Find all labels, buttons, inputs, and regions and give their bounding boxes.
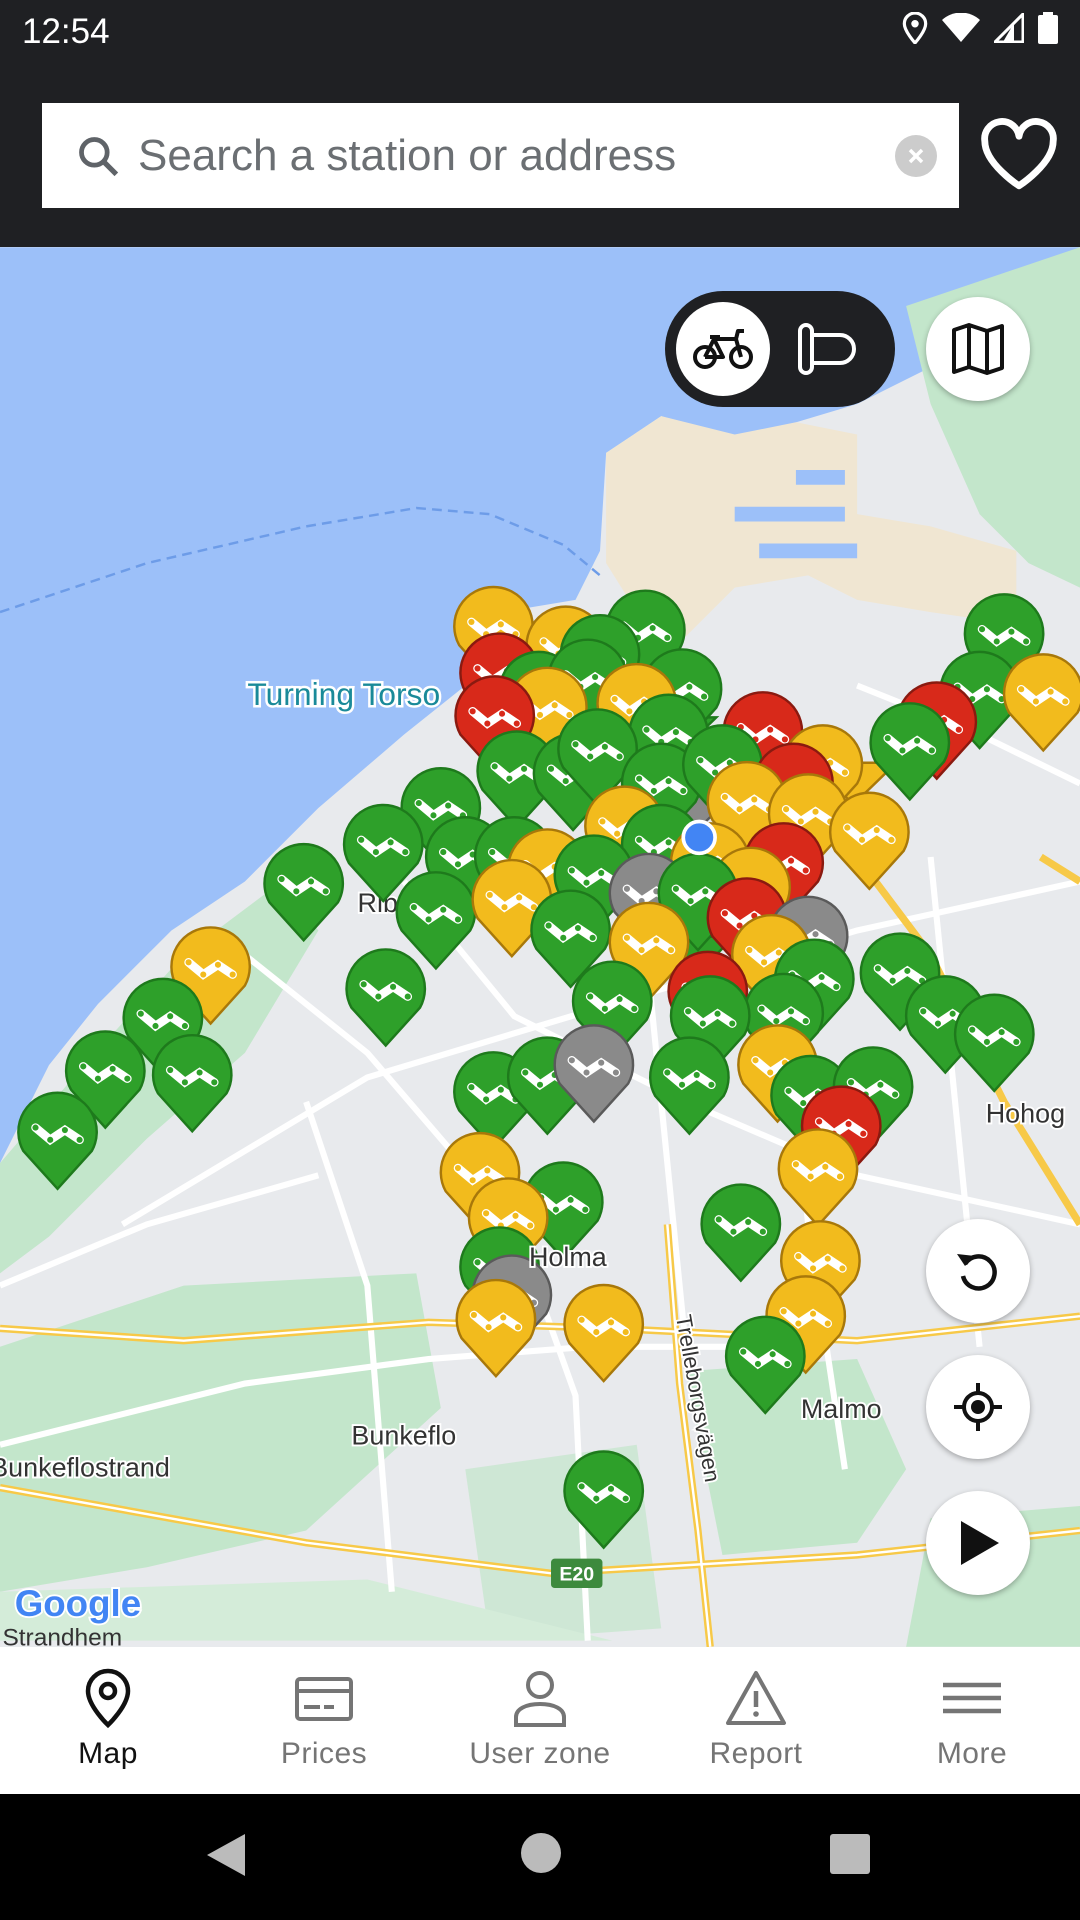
clear-search-button[interactable] — [895, 134, 937, 177]
system-nav-bar — [0, 1794, 1080, 1920]
warning-icon — [726, 1671, 786, 1725]
map-layers-button[interactable] — [926, 297, 1030, 401]
back-icon[interactable] — [205, 1832, 247, 1878]
location-icon — [902, 12, 928, 44]
map-label-holma: Holma — [529, 1242, 607, 1272]
current-location-dot — [681, 819, 717, 856]
status-bar: 12:54 — [0, 0, 1080, 62]
status-time: 12:54 — [22, 12, 110, 51]
search-icon — [79, 136, 119, 176]
nav-label-report: Report — [709, 1737, 803, 1770]
nav-label-more: More — [936, 1737, 1008, 1770]
map-label-bunkeflostrand: Bunkeflostrand — [0, 1453, 170, 1483]
wifi-icon — [942, 13, 980, 42]
nav-item-map[interactable]: Map — [0, 1647, 216, 1794]
nav-label-user-zone: User zone — [469, 1737, 611, 1770]
map-view[interactable]: Turning Torso Rib Bunkeflo Bunkeflostran… — [0, 247, 1080, 1647]
menu-icon — [943, 1682, 1001, 1714]
map-label-turning-torso: Turning Torso — [247, 676, 440, 712]
bottom-nav: Map Prices User zone Report More — [0, 1647, 1080, 1794]
bike-rack-icon — [798, 323, 856, 375]
nav-item-prices[interactable]: Prices — [216, 1647, 432, 1794]
search-input[interactable] — [138, 130, 895, 181]
map-label-hohog: Hohog — [986, 1099, 1065, 1129]
nav-label-map: Map — [78, 1737, 138, 1770]
map-canvas[interactable]: Turning Torso Rib Bunkeflo Bunkeflostran… — [0, 247, 1080, 1647]
my-location-icon — [954, 1383, 1002, 1431]
card-icon — [295, 1677, 353, 1721]
nav-label-prices: Prices — [280, 1737, 368, 1770]
rack-mode-button[interactable] — [782, 302, 876, 396]
favorites-button[interactable] — [978, 117, 1060, 198]
user-icon — [514, 1671, 566, 1727]
search-bar[interactable] — [42, 103, 959, 208]
signal-icon — [994, 13, 1024, 43]
battery-icon — [1038, 12, 1058, 44]
map-layers-icon — [952, 323, 1004, 375]
heart-icon — [981, 118, 1057, 190]
bicycle-icon — [693, 329, 753, 369]
locate-me-button[interactable] — [926, 1355, 1030, 1459]
nav-item-more[interactable]: More — [864, 1647, 1080, 1794]
mode-toggle[interactable] — [665, 291, 895, 407]
play-icon — [961, 1521, 999, 1565]
refresh-icon — [957, 1254, 997, 1291]
google-logo: Google — [15, 1583, 141, 1624]
nav-item-user-zone[interactable]: User zone — [432, 1647, 648, 1794]
play-button[interactable] — [926, 1491, 1030, 1595]
recents-icon[interactable] — [830, 1834, 870, 1874]
map-label-e20: E20 — [559, 1564, 594, 1586]
close-icon — [908, 148, 924, 163]
map-label-bunkeflo: Bunkeflo — [351, 1421, 456, 1451]
home-icon[interactable] — [520, 1832, 562, 1874]
nav-item-report[interactable]: Report — [648, 1647, 864, 1794]
map-label-malmo: Malmo — [801, 1394, 882, 1424]
header — [0, 62, 1080, 247]
refresh-button[interactable] — [926, 1219, 1030, 1323]
map-label-strandhem: Strandhem — [2, 1625, 122, 1647]
bike-mode-button[interactable] — [676, 302, 770, 396]
map-pin-icon — [85, 1668, 131, 1729]
